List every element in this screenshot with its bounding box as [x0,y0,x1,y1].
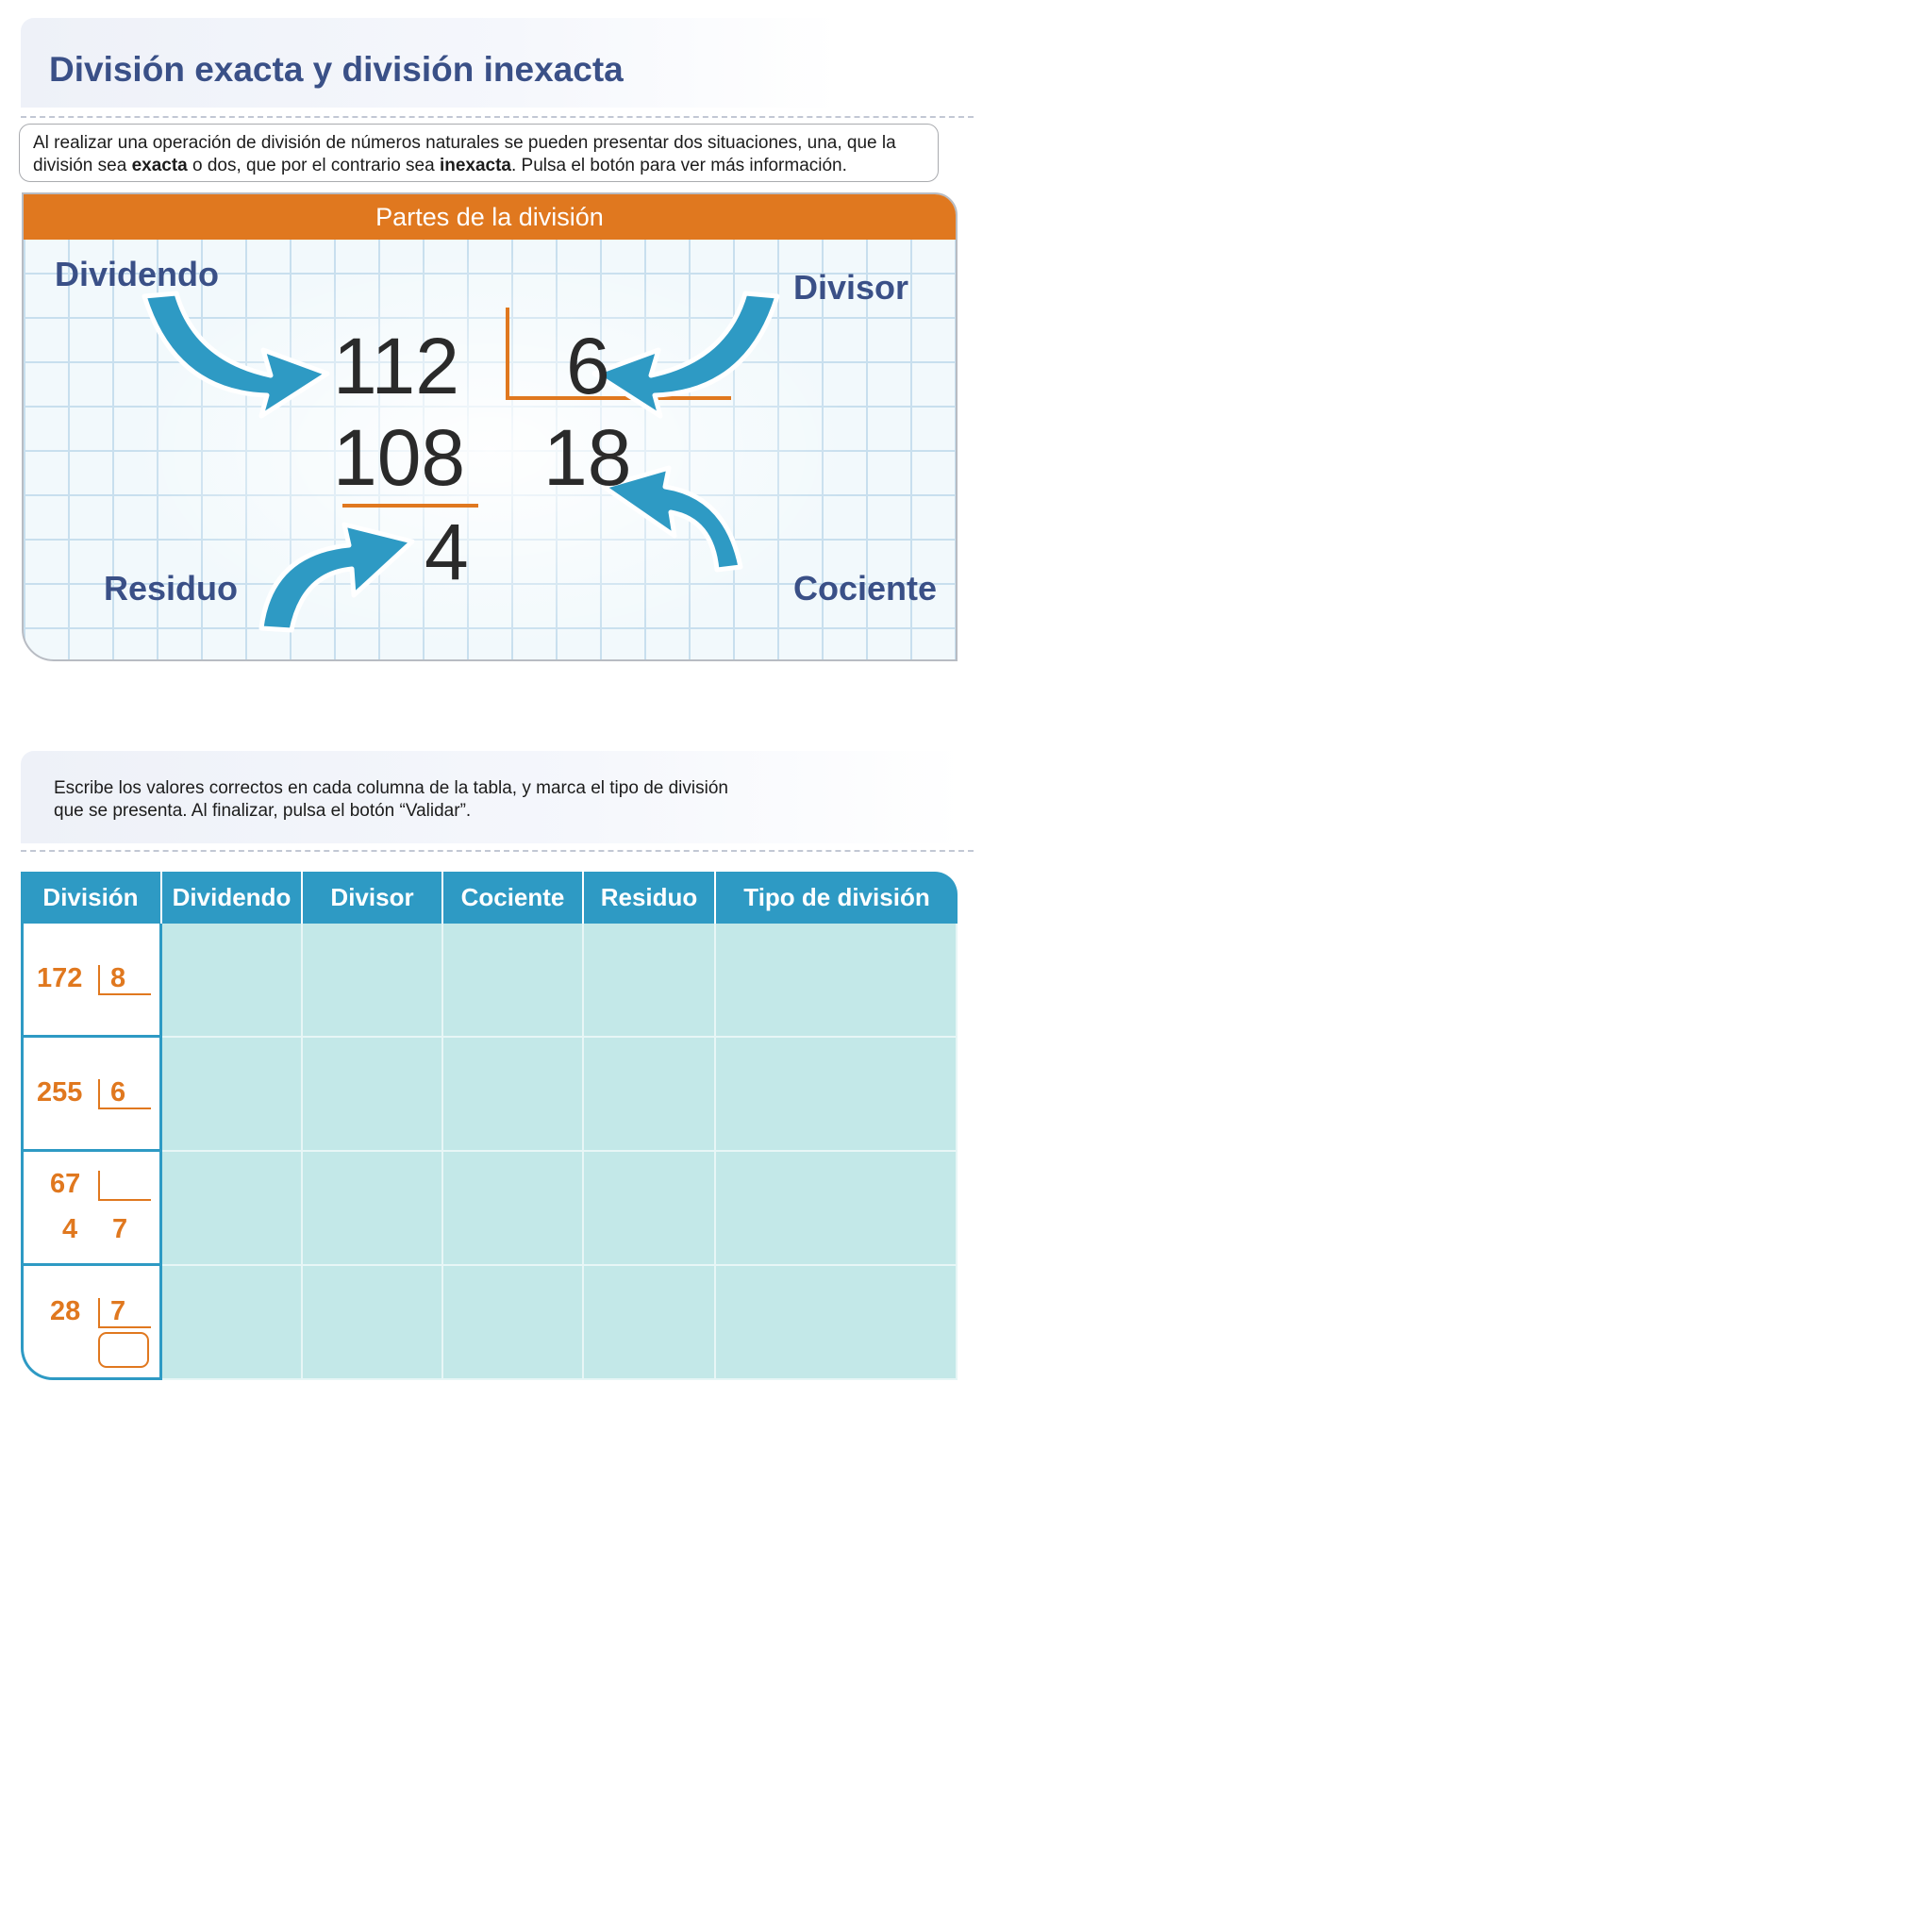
header-dividendo: Dividendo [162,872,303,924]
division-cell-row-1: 172 8 [21,924,162,1038]
input-tipo-row-3[interactable] [716,1152,958,1266]
input-divisor-row-1[interactable] [303,924,443,1038]
division-cell-row-4: 28 7 [21,1266,162,1380]
input-residuo-row-1[interactable] [584,924,716,1038]
row-3-remainder: 4 [62,1214,78,1244]
intro-text-box: Al realizar una operación de división de… [19,124,939,182]
input-dividendo-row-2[interactable] [162,1038,303,1152]
input-divisor-row-2[interactable] [303,1038,443,1152]
divider [21,116,974,118]
input-tipo-row-1[interactable] [716,924,958,1038]
row-2-dividend: 255 [37,1077,83,1108]
division-parts-panel: Partes de la división Dividendo Divisor … [22,192,958,661]
remainder-number: 4 [425,508,469,596]
row-1-divisor: 8 [110,963,126,993]
dividend-number: 112 [333,322,459,410]
row-4-dividend: 28 [50,1296,81,1326]
header-tipo: Tipo de división [716,872,958,924]
intro-exacta: exacta [131,156,188,175]
input-dividendo-row-4[interactable] [162,1266,303,1380]
dividendo-arrow-icon [142,291,330,419]
input-residuo-row-3[interactable] [584,1152,716,1266]
input-cociente-row-4[interactable] [443,1266,584,1380]
divider [21,850,974,852]
input-divisor-row-3[interactable] [303,1152,443,1266]
product-number: 108 [333,413,466,502]
quotient-number: 18 [543,413,632,502]
input-tipo-row-4[interactable] [716,1266,958,1380]
header-divisor: Divisor [303,872,443,924]
quotient-answer-box[interactable] [98,1332,149,1368]
title-bar: División exacta y división inexacta [21,18,840,108]
division-cell-row-2: 255 6 [21,1038,162,1152]
page-title: División exacta y división inexacta [49,50,624,89]
label-residuo: Residuo [104,569,239,608]
input-residuo-row-2[interactable] [584,1038,716,1152]
division-cell-row-3: 67 4 7 [21,1152,162,1266]
row-1-dividend: 172 [37,963,83,993]
residuo-arrow-icon [258,522,415,633]
divisor-number: 6 [566,322,610,410]
header-residuo: Residuo [584,872,716,924]
input-dividendo-row-3[interactable] [162,1152,303,1266]
row-3-dividend: 67 [50,1169,81,1199]
label-divisor: Divisor [793,268,909,307]
intro-text: . Pulsa el botón para ver más informació… [511,156,847,175]
intro-text: o dos, que por el contrario sea [187,156,440,175]
input-tipo-row-2[interactable] [716,1038,958,1152]
input-dividendo-row-1[interactable] [162,924,303,1038]
division-bracket [98,1171,151,1201]
header-division: División [21,872,162,924]
input-cociente-row-3[interactable] [443,1152,584,1266]
input-residuo-row-4[interactable] [584,1266,716,1380]
label-cociente: Cociente [793,569,938,608]
row-4-divisor: 7 [110,1296,126,1326]
instructions-text: Escribe los valores correctos en cada co… [54,778,728,821]
label-dividendo: Dividendo [55,255,220,293]
input-cociente-row-1[interactable] [443,924,584,1038]
instructions-bar: Escribe los valores correctos en cada co… [21,751,964,843]
intro-inexacta: inexacta [439,156,511,175]
input-cociente-row-2[interactable] [443,1038,584,1152]
division-table: División Dividendo Divisor Cociente Resi… [21,872,958,1380]
row-2-divisor: 6 [110,1077,126,1108]
input-divisor-row-4[interactable] [303,1266,443,1380]
row-3-quotient: 7 [112,1214,128,1244]
header-cociente: Cociente [443,872,584,924]
